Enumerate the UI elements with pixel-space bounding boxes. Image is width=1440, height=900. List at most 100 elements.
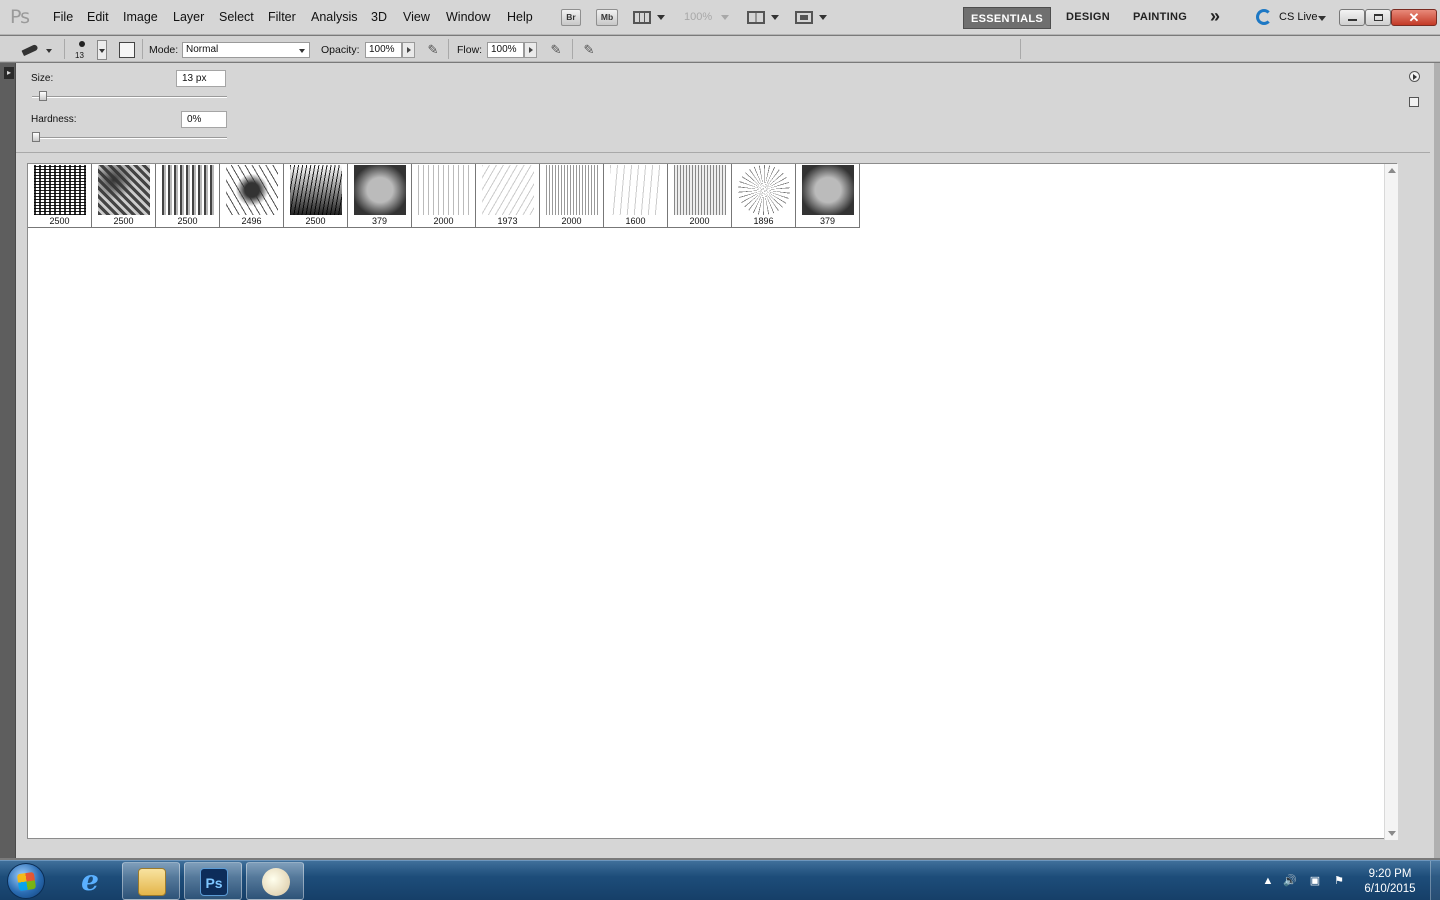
brush-size-label: 1896: [753, 216, 774, 226]
close-icon: ✕: [1408, 10, 1420, 25]
scroll-down-icon[interactable]: [1388, 831, 1396, 836]
new-preset-icon[interactable]: [1409, 97, 1419, 107]
panel-menu-icon[interactable]: [1409, 71, 1420, 82]
chevron-down-icon: [771, 15, 779, 20]
expand-panels-icon[interactable]: ▸: [4, 67, 14, 79]
chevron-right-icon: [529, 47, 533, 53]
left-panel-strip: ▸: [0, 63, 16, 858]
menu-help[interactable]: Help: [507, 10, 533, 24]
brush-preset-thumbnail[interactable]: 2500: [92, 164, 156, 228]
volume-icon[interactable]: 🔊: [1283, 874, 1297, 888]
menu-3d[interactable]: 3D: [371, 10, 387, 24]
hardness-input[interactable]: 0%: [181, 111, 227, 128]
opacity-input[interactable]: 100%: [365, 42, 402, 58]
brush-preview-image: [482, 165, 534, 215]
chevron-down-icon: [657, 15, 665, 20]
minimize-button[interactable]: [1339, 9, 1365, 26]
cs-live-button[interactable]: CS Live: [1256, 8, 1328, 26]
menu-image[interactable]: Image: [123, 10, 158, 24]
menu-analysis[interactable]: Analysis: [311, 10, 358, 24]
taskbar-paint[interactable]: [246, 862, 304, 900]
brush-preset-thumbnail[interactable]: 2496: [220, 164, 284, 228]
start-button[interactable]: [7, 863, 45, 899]
blend-mode-select[interactable]: Normal: [182, 42, 310, 58]
brush-size-label: 1600: [625, 216, 646, 226]
brush-preset-thumbnail[interactable]: 2000: [668, 164, 732, 228]
hardness-slider[interactable]: [32, 132, 227, 142]
size-input[interactable]: 13 px: [176, 70, 226, 87]
brush-preset-thumbnail[interactable]: 2000: [412, 164, 476, 228]
flow-popup-button[interactable]: [524, 42, 537, 58]
workspace-design[interactable]: DESIGN: [1066, 11, 1110, 23]
menu-file[interactable]: File: [53, 10, 73, 24]
brush-preview-image: [418, 165, 470, 215]
brush-preset-thumbnail[interactable]: 379: [348, 164, 412, 228]
menu-edit[interactable]: Edit: [87, 10, 109, 24]
clock-time: 9:20 PM: [1368, 868, 1412, 880]
blend-mode-value: Normal: [186, 44, 219, 55]
show-desktop-button[interactable]: [1430, 861, 1440, 900]
brush-preset-thumbnail[interactable]: 1600: [604, 164, 668, 228]
pressure-opacity-icon[interactable]: ✎: [424, 41, 442, 59]
network-icon[interactable]: ▣: [1308, 874, 1322, 888]
brush-preset-panel: Size: 13 px Hardness: 0% 2500 2500 2500 249…: [16, 63, 1440, 858]
taskbar-windows-explorer[interactable]: [122, 862, 180, 900]
system-clock[interactable]: 9:20 PM 6/10/2015: [1355, 867, 1425, 897]
brush-preset-thumbnail[interactable]: 1896: [732, 164, 796, 228]
close-button[interactable]: ✕: [1391, 9, 1437, 26]
arrange-icon: [747, 11, 765, 24]
opacity-label: Opacity:: [321, 44, 360, 56]
brush-preset-thumbnail[interactable]: 2500: [28, 164, 92, 228]
cs-live-label: CS Live: [1279, 11, 1318, 23]
brush-preset-thumbnail[interactable]: 2500: [156, 164, 220, 228]
menu-layer[interactable]: Layer: [173, 10, 204, 24]
more-workspaces-button[interactable]: »: [1210, 6, 1220, 27]
show-hidden-icons-icon[interactable]: ▲: [1261, 874, 1275, 888]
menu-select[interactable]: Select: [219, 10, 254, 24]
windows-logo-icon: [16, 871, 37, 892]
opacity-popup-button[interactable]: [402, 42, 415, 58]
menu-window[interactable]: Window: [446, 10, 490, 24]
view-extras-button[interactable]: [633, 9, 669, 26]
brush-preset-thumbnail[interactable]: 2500: [284, 164, 348, 228]
screen-mode-button[interactable]: [795, 9, 829, 26]
hardness-slider-thumb[interactable]: [32, 132, 40, 142]
taskbar-photoshop[interactable]: Ps: [184, 862, 242, 900]
brush-preview-image: [34, 165, 86, 215]
size-slider[interactable]: [32, 91, 227, 101]
zoom-level[interactable]: 100%: [684, 11, 712, 23]
brush-preview-image: [290, 165, 342, 215]
menu-view[interactable]: View: [403, 10, 430, 24]
chevron-down-icon[interactable]: [721, 15, 729, 20]
workspace-painting[interactable]: PAINTING: [1133, 11, 1187, 23]
flow-input[interactable]: 100%: [487, 42, 524, 58]
launch-bridge-button[interactable]: Br: [561, 9, 581, 26]
arrange-documents-button[interactable]: [747, 9, 781, 26]
brush-preset-thumbnail[interactable]: 1973: [476, 164, 540, 228]
scroll-up-icon[interactable]: [1388, 168, 1396, 173]
taskbar-internet-explorer[interactable]: e: [61, 862, 119, 900]
workspace-essentials[interactable]: ESSENTIALS: [963, 7, 1051, 29]
pressure-size-icon[interactable]: ✎: [580, 41, 598, 59]
tool-preset-picker[interactable]: [20, 41, 56, 59]
toggle-brush-panel-icon[interactable]: [118, 41, 136, 59]
airbrush-icon[interactable]: ✎: [547, 41, 565, 59]
brush-preview-image: [354, 165, 406, 215]
brush-size-label: 2500: [305, 216, 326, 226]
size-slider-thumb[interactable]: [39, 91, 47, 101]
brush-preview-image: [738, 165, 790, 215]
menu-filter[interactable]: Filter: [268, 10, 296, 24]
vertical-scrollbar[interactable]: [1384, 164, 1398, 840]
menu-bar: Ps File Edit Image Layer Select Filter Analysi…: [0, 0, 1440, 35]
launch-minibridge-button[interactable]: Mb: [596, 9, 618, 26]
brush-preset-thumbnail[interactable]: 2000: [540, 164, 604, 228]
restore-button[interactable]: [1365, 9, 1391, 26]
brush-preset-picker[interactable]: 13: [74, 39, 110, 61]
brush-size-label: 2496: [241, 216, 262, 226]
chevron-down-icon: [1318, 16, 1326, 21]
brush-preview-image: [610, 165, 662, 215]
brush-preview-image: [546, 165, 598, 215]
action-center-icon[interactable]: ⚑: [1332, 874, 1346, 888]
size-label: Size:: [31, 73, 54, 84]
brush-preset-thumbnail[interactable]: 379: [796, 164, 860, 228]
